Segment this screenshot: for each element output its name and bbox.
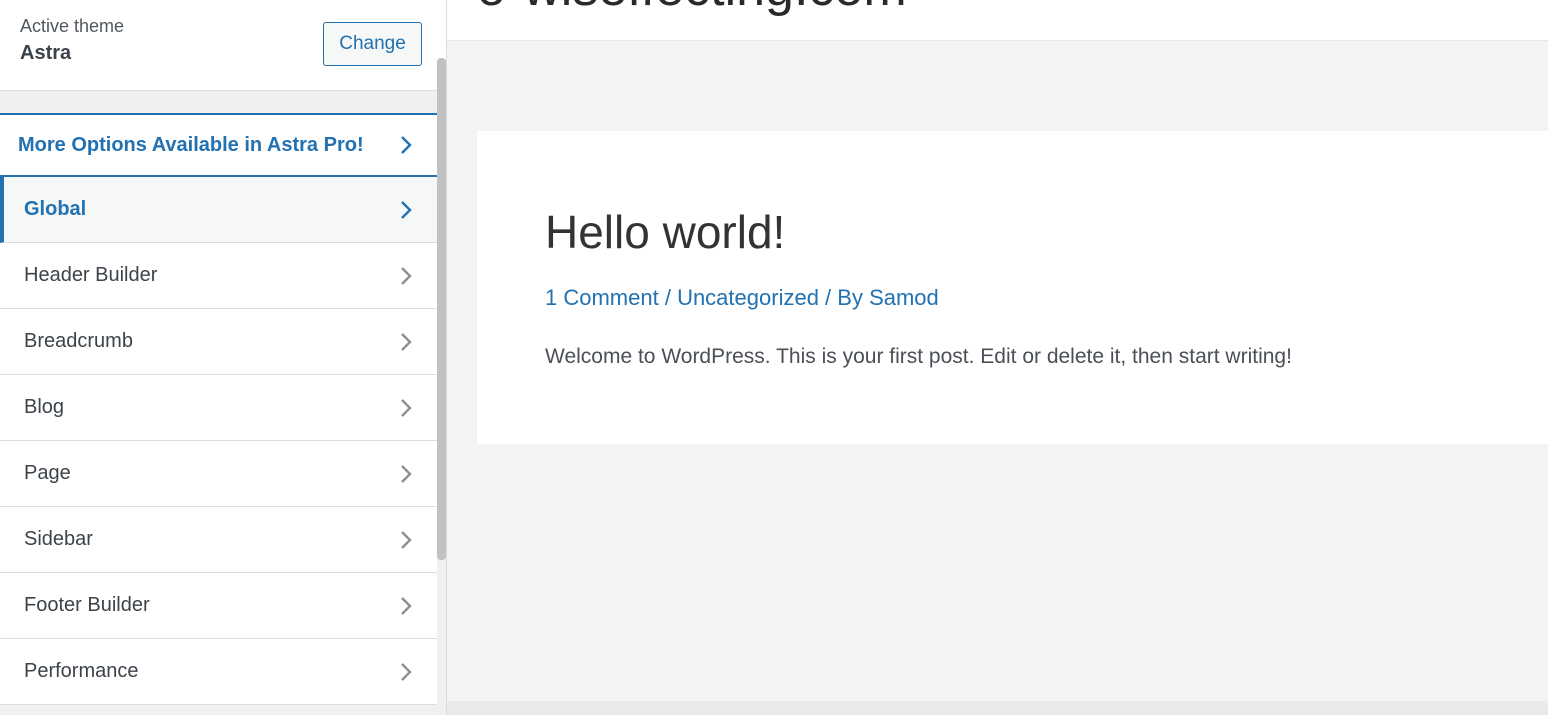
astra-pro-promo-label: More Options Available in Astra Pro! — [18, 134, 364, 156]
menu-item-label: Header Builder — [24, 264, 158, 286]
post-card: Hello world! 1 Comment / Uncategorized /… — [477, 131, 1548, 444]
post-category-link[interactable]: Uncategorized — [677, 285, 819, 310]
menu-item-label: Blog — [24, 396, 65, 418]
menu-item-performance[interactable]: Performance — [0, 639, 437, 705]
chevron-right-icon — [401, 465, 412, 483]
site-preview: o-wiseffecting.com Hello world! 1 Commen… — [447, 0, 1548, 715]
post-meta: 1 Comment / Uncategorized / By Samod — [545, 285, 939, 311]
menu-item-label: Sidebar — [24, 528, 93, 550]
menu-item-header-builder[interactable]: Header Builder — [0, 243, 437, 309]
menu-item-label: Page — [24, 462, 71, 484]
customizer-sidebar: Active theme Astra Change More Options A… — [0, 0, 447, 715]
chevron-right-icon — [401, 333, 412, 351]
customizer-menu: More Options Available in Astra Pro! Glo… — [0, 113, 437, 705]
astra-pro-promo-item[interactable]: More Options Available in Astra Pro! — [0, 113, 437, 177]
post-author-link[interactable]: Samod — [869, 285, 939, 310]
chevron-right-icon — [401, 399, 412, 417]
menu-item-sidebar[interactable]: Sidebar — [0, 507, 437, 573]
menu-item-breadcrumb[interactable]: Breadcrumb — [0, 309, 437, 375]
menu-item-label: Breadcrumb — [24, 330, 133, 352]
menu-item-label: Footer Builder — [24, 594, 150, 616]
active-theme-panel: Active theme Astra Change — [0, 0, 446, 91]
menu-item-page[interactable]: Page — [0, 441, 437, 507]
change-theme-button[interactable]: Change — [323, 22, 422, 66]
post-comment-link[interactable]: 1 Comment — [545, 285, 659, 310]
active-theme-label: Active theme — [20, 16, 125, 36]
meta-separator: / — [658, 285, 678, 310]
chevron-right-icon — [401, 201, 412, 219]
site-header: o-wiseffecting.com — [447, 0, 1548, 41]
sidebar-scrollbar[interactable] — [437, 58, 446, 560]
post-title[interactable]: Hello world! — [545, 205, 785, 259]
post-excerpt: Welcome to WordPress. This is your first… — [545, 345, 1292, 368]
menu-item-footer-builder[interactable]: Footer Builder — [0, 573, 437, 639]
active-theme-name: Astra — [20, 42, 72, 64]
chevron-right-icon — [401, 597, 412, 615]
menu-item-label: Performance — [24, 660, 139, 682]
footer-strip — [447, 701, 1548, 715]
chevron-right-icon — [401, 267, 412, 285]
chevron-right-icon — [401, 531, 412, 549]
site-title[interactable]: o-wiseffecting.com — [477, 0, 907, 18]
menu-item-global[interactable]: Global — [0, 177, 437, 243]
chevron-right-icon — [401, 663, 412, 681]
menu-item-blog[interactable]: Blog — [0, 375, 437, 441]
chevron-right-icon — [401, 136, 412, 154]
menu-item-label: Global — [24, 198, 87, 220]
meta-separator-by: / By — [818, 285, 870, 310]
